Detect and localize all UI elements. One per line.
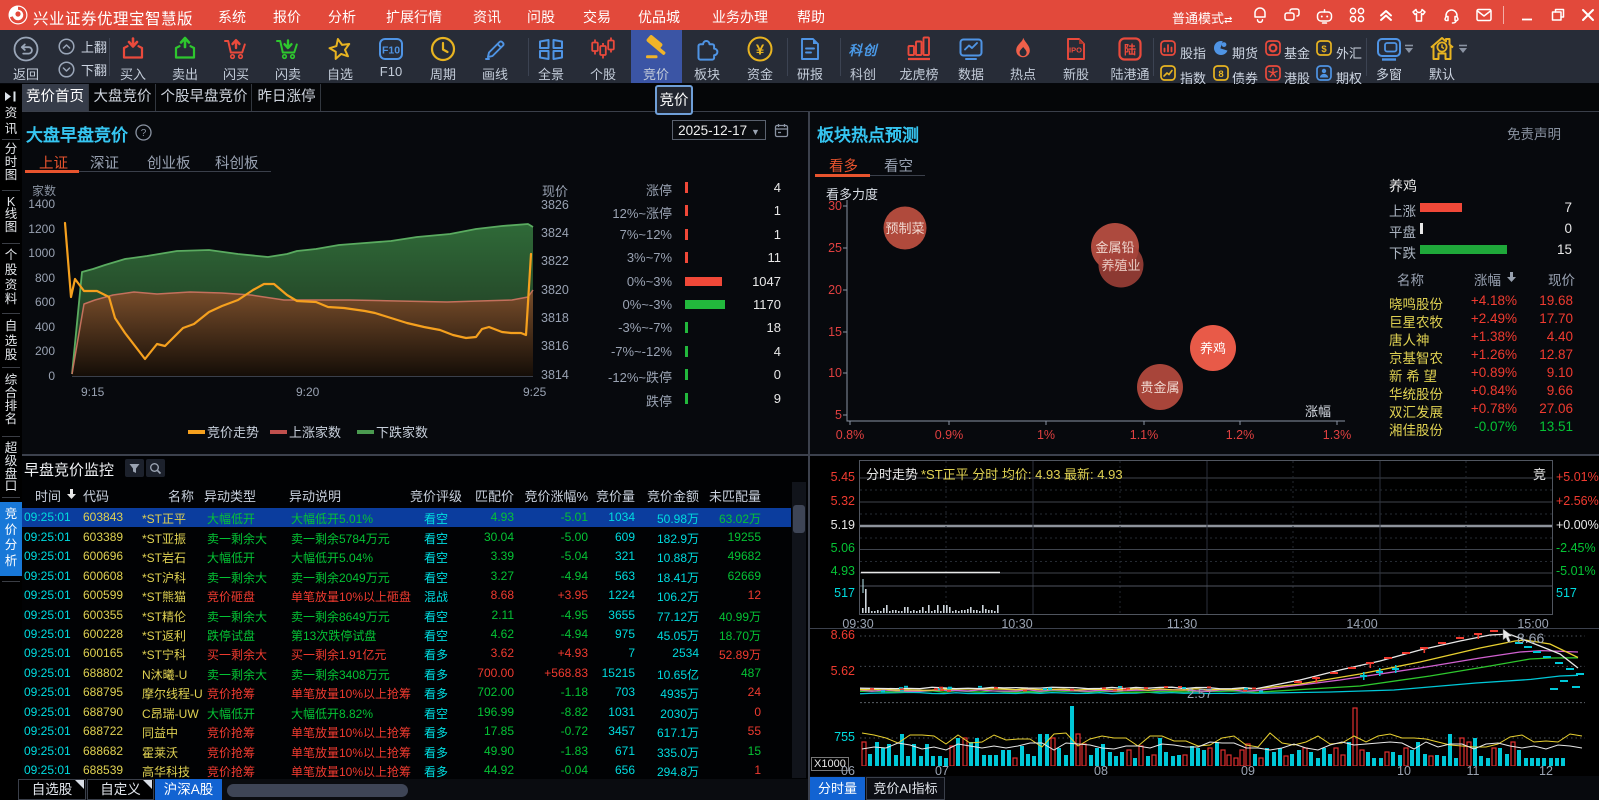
svg-text:F10: F10 bbox=[382, 45, 400, 57]
svg-text:$: $ bbox=[1321, 44, 1327, 55]
svg-text:?: ? bbox=[141, 128, 147, 139]
svg-text:金属铅: 金属铅 bbox=[1095, 240, 1134, 255]
svg-text:养殖业: 养殖业 bbox=[1101, 258, 1140, 273]
svg-text:陆: 陆 bbox=[1124, 42, 1136, 57]
svg-text:预制菜: 预制菜 bbox=[885, 221, 924, 236]
svg-text:8: 8 bbox=[1218, 69, 1223, 80]
svg-text:IPO: IPO bbox=[1069, 46, 1082, 55]
svg-text:¥: ¥ bbox=[756, 42, 765, 59]
svg-text:养鸡: 养鸡 bbox=[1200, 341, 1226, 356]
svg-text:贵金属: 贵金属 bbox=[1140, 380, 1179, 395]
